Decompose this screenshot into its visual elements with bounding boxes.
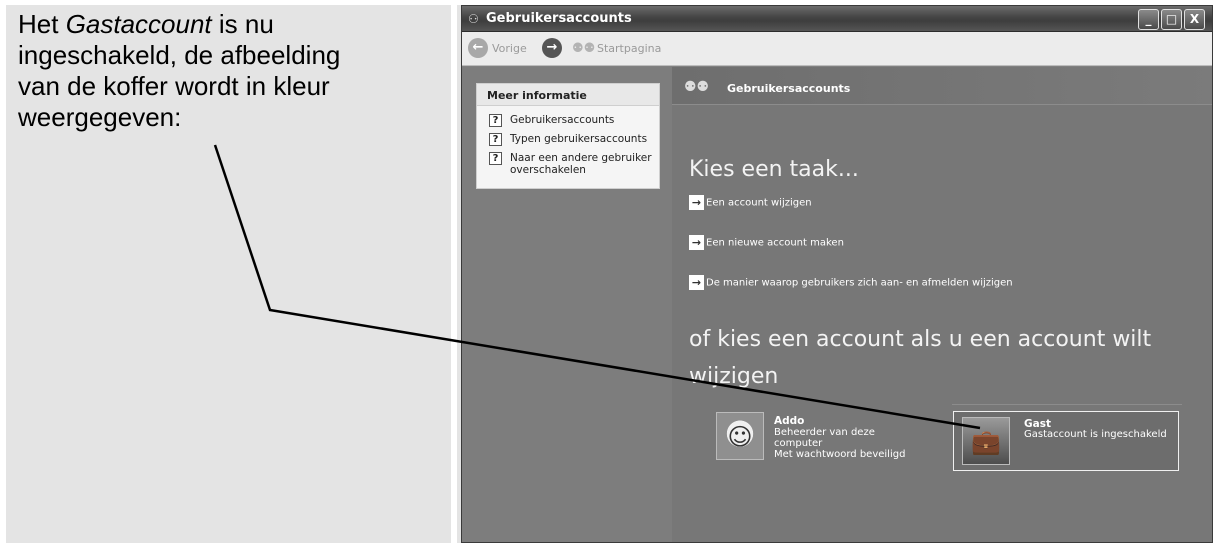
caption-text: Het Gastaccount is nu ingeschakeld, de a…	[18, 9, 438, 133]
sidebar-link-label: Naar een andere gebruiker overschakelen	[510, 152, 652, 176]
navigation-toolbar: ← Vorige → ⚉⚉ Startpagina	[462, 32, 1212, 66]
caption-line4: weergegeven:	[18, 102, 182, 132]
suitcase-avatar: 💼	[962, 417, 1010, 465]
help-icon: ?	[489, 152, 502, 165]
account-tile-addo[interactable]: ☺ Addo Beheerder van deze computer Met w…	[707, 411, 932, 471]
title-bar[interactable]: ⚇ Gebruikersaccounts _ □ X	[462, 6, 1212, 32]
account-description: Beheerder van deze computer Met wachtwoo…	[774, 427, 934, 460]
sidebar-link-user-accounts[interactable]: ? Gebruikersaccounts	[489, 114, 660, 127]
sidebar-link-account-types[interactable]: ? Typen gebruikersaccounts	[489, 133, 660, 146]
arrow-right-icon: →	[689, 275, 704, 290]
sidebar: Meer informatie ? Gebruikersaccounts ? T…	[462, 67, 672, 542]
caption-line1-post: is nu	[211, 9, 274, 39]
main-content: ⚉⚉ Gebruikersaccounts Kies een taak... →…	[672, 67, 1212, 542]
more-info-box: Meer informatie ? Gebruikersaccounts ? T…	[476, 83, 660, 189]
minimize-button[interactable]: _	[1138, 9, 1159, 30]
close-button[interactable]: X	[1184, 9, 1205, 30]
caption-line1-pre: Het	[18, 9, 66, 39]
account-desc-line: Met wachtwoord beveiligd	[774, 449, 906, 460]
divider	[952, 404, 1182, 405]
help-icon: ?	[489, 114, 502, 127]
more-info-title: Meer informatie	[477, 84, 659, 106]
home-button-label[interactable]: Startpagina	[597, 42, 661, 55]
task-heading: Kies een taak...	[689, 157, 859, 182]
explanation-panel: Het Gastaccount is nu ingeschakeld, de a…	[6, 5, 451, 543]
content-header: ⚉⚉ Gebruikersaccounts	[672, 67, 1212, 105]
users-home-icon[interactable]: ⚉⚉	[572, 41, 595, 56]
caption-line1-em: Gastaccount	[65, 9, 212, 39]
users-icon: ⚉⚉	[684, 79, 710, 95]
caption-line2: ingeschakeld, de afbeelding	[18, 40, 341, 70]
account-desc-line: computer	[774, 438, 823, 449]
user-accounts-window: ⚇ Gebruikersaccounts _ □ X ← Vorige → ⚉⚉…	[461, 5, 1213, 543]
users-icon: ⚇	[468, 12, 479, 26]
task-create-account[interactable]: → Een nieuwe account maken	[689, 235, 844, 250]
arrow-right-icon: →	[689, 235, 704, 250]
help-icon: ?	[489, 133, 502, 146]
arrow-right-icon: →	[689, 195, 704, 210]
task-change-account[interactable]: → Een account wijzigen	[689, 195, 812, 210]
account-desc-line: Beheerder van deze	[774, 427, 875, 438]
sidebar-link-label: Gebruikersaccounts	[510, 114, 615, 126]
task-label: Een nieuwe account maken	[706, 237, 844, 249]
account-description: Gastaccount is ingeschakeld	[1024, 429, 1184, 440]
frog-avatar: ☺	[716, 412, 764, 460]
sidebar-link-switch-user[interactable]: ? Naar een andere gebruiker overschakele…	[489, 152, 660, 176]
sidebar-link-label: Typen gebruikersaccounts	[510, 133, 648, 145]
account-name: Addo	[774, 415, 805, 427]
content-header-title: Gebruikersaccounts	[727, 82, 851, 95]
account-heading: of kies een account als u een account wi…	[689, 327, 1152, 389]
forward-arrow-icon[interactable]: →	[542, 38, 562, 58]
caption-line3: van de koffer wordt in kleur	[18, 71, 330, 101]
maximize-button[interactable]: □	[1161, 9, 1182, 30]
task-change-logon[interactable]: → De manier waarop gebruikers zich aan- e…	[689, 275, 1013, 290]
back-button-label[interactable]: Vorige	[492, 42, 527, 55]
back-arrow-icon[interactable]: ←	[468, 38, 488, 58]
window-title: Gebruikersaccounts	[486, 11, 632, 26]
task-label: Een account wijzigen	[706, 197, 812, 209]
task-label: De manier waarop gebruikers zich aan- en…	[706, 277, 1013, 289]
account-desc-line: Gastaccount is ingeschakeld	[1024, 429, 1167, 440]
account-tile-gast[interactable]: 💼 Gast Gastaccount is ingeschakeld	[953, 411, 1179, 471]
